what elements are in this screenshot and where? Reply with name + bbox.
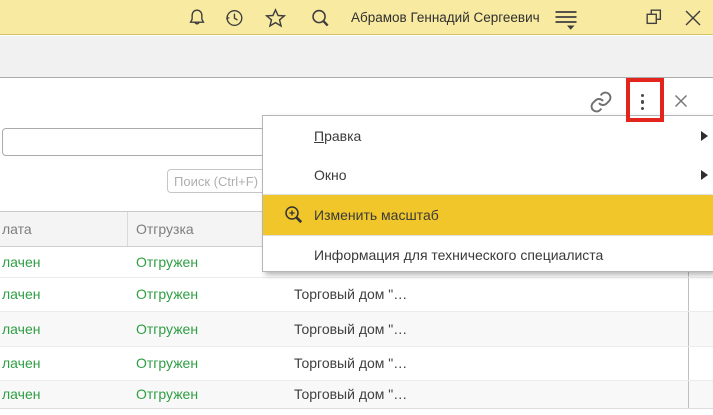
payment-cell: лачен — [2, 286, 41, 302]
shipment-cell: Отгружен — [136, 386, 199, 402]
zoom-in-icon — [283, 204, 305, 226]
toolbar-strip — [0, 36, 713, 78]
history-icon[interactable] — [223, 7, 245, 29]
service-menu-icon[interactable] — [553, 6, 579, 32]
application-window: Абрамов Геннадий Сергеевич Поиск (Ctrl+F… — [0, 0, 713, 415]
link-icon[interactable] — [589, 90, 613, 114]
customer-cell: Торговый дом "… — [287, 312, 689, 346]
favorites-star-icon[interactable] — [264, 7, 287, 29]
customer-cell: Торговый дом "… — [287, 347, 689, 380]
table-row[interactable]: лачен Отгружен Торговый дом "… — [0, 312, 713, 347]
form-close-icon[interactable] — [674, 94, 688, 108]
menu-item-tech-info[interactable]: Информация для технического специалиста — [263, 236, 713, 273]
submenu-arrow-icon — [701, 169, 708, 180]
payment-cell: лачен — [2, 355, 41, 371]
customer-cell: Торговый дом "… — [287, 381, 689, 408]
minimize-icon[interactable] — [598, 5, 622, 31]
user-name: Абрамов Геннадий Сергеевич — [351, 10, 540, 25]
titlebar: Абрамов Геннадий Сергеевич — [0, 0, 713, 35]
table-row[interactable]: лачен Отгружен Торговый дом "… — [0, 381, 713, 409]
search-icon[interactable] — [309, 7, 331, 29]
menu-item-change-zoom[interactable]: Изменить масштаб — [263, 195, 713, 235]
submenu-arrow-icon — [701, 130, 708, 141]
notifications-bell-icon[interactable] — [186, 7, 208, 29]
menu-item-edit[interactable]: Правка — [263, 116, 713, 155]
payment-cell: лачен — [2, 321, 41, 337]
shipment-cell: Отгружен — [136, 286, 199, 302]
shipment-cell: Отгружен — [136, 321, 199, 337]
table-row[interactable]: лачен Отгружен Торговый дом "… — [0, 347, 713, 381]
restore-icon[interactable] — [644, 7, 664, 29]
menu-item-window[interactable]: Окно — [263, 155, 713, 194]
more-menu-kebab-icon[interactable] — [636, 92, 649, 112]
column-header-payment[interactable]: лата — [0, 212, 128, 246]
table-row[interactable]: лачен Отгружен Торговый дом "… — [0, 278, 713, 312]
customer-cell: Торговый дом "… — [287, 278, 689, 311]
payment-cell: лачен — [2, 254, 41, 270]
close-window-icon[interactable] — [683, 7, 703, 29]
context-menu: Правка Окно Изменить масштаб Информация … — [262, 115, 713, 272]
payment-cell: лачен — [2, 386, 41, 402]
shipment-cell: Отгружен — [136, 355, 199, 371]
